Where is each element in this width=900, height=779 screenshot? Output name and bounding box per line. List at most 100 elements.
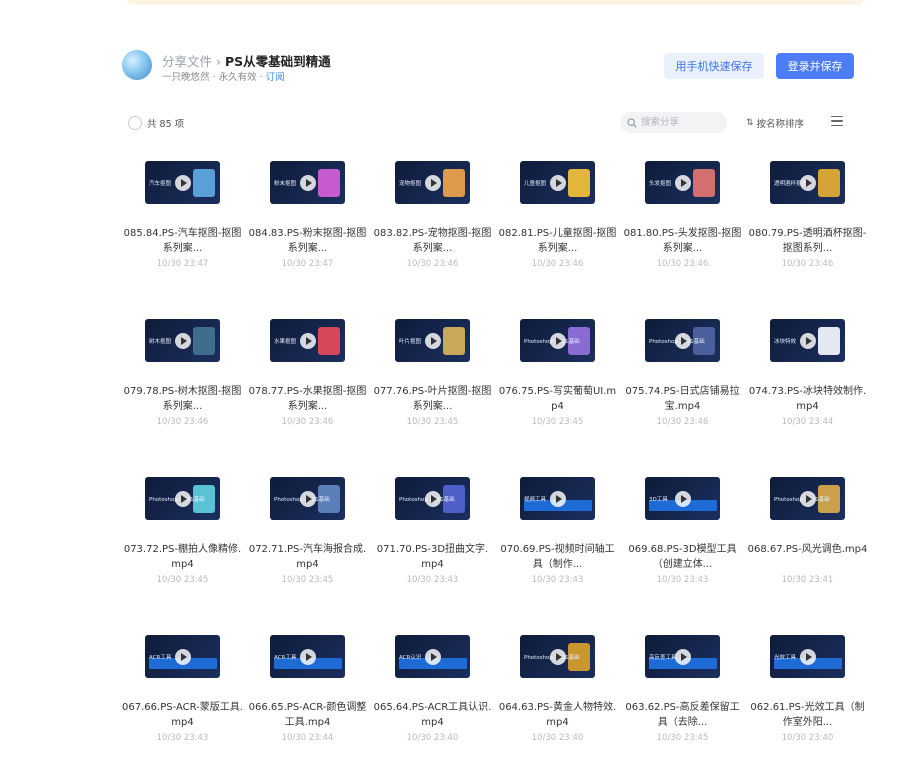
file-name[interactable]: 074.73.PS-冰块特效制作.mp4: [747, 384, 868, 414]
video-thumbnail[interactable]: Photoshop 2021基础: [395, 477, 470, 520]
play-icon[interactable]: [174, 174, 191, 191]
play-icon[interactable]: [799, 648, 816, 665]
video-thumbnail[interactable]: Photoshop 2021基础: [270, 477, 345, 520]
login-save-button[interactable]: 登录并保存: [776, 53, 854, 79]
search-input[interactable]: [641, 117, 721, 128]
file-item[interactable]: ACR工具 066.65.PS-ACR-颜色调整工具.mp4 10/30 23:44: [245, 632, 370, 752]
file-name[interactable]: 073.72.PS-棚拍人像精修.mp4: [122, 542, 243, 572]
play-icon[interactable]: [674, 490, 691, 507]
sort-button[interactable]: ⇅ 按名称排序: [746, 116, 804, 130]
video-thumbnail[interactable]: 水果抠图: [270, 319, 345, 362]
file-item[interactable]: 树木抠图 079.78.PS-树木抠图-抠图系列案... 10/30 23:46: [120, 316, 245, 436]
file-name[interactable]: 078.77.PS-水果抠图-抠图系列案...: [247, 384, 368, 414]
video-thumbnail[interactable]: 儿童抠图: [520, 161, 595, 204]
play-icon[interactable]: [424, 332, 441, 349]
play-icon[interactable]: [799, 332, 816, 349]
file-name[interactable]: 066.65.PS-ACR-颜色调整工具.mp4: [247, 700, 368, 730]
video-thumbnail[interactable]: Photoshop 2021基础: [145, 477, 220, 520]
video-thumbnail[interactable]: 高反差工具: [645, 635, 720, 678]
file-name[interactable]: 071.70.PS-3D扭曲文字.mp4: [372, 542, 493, 572]
video-thumbnail[interactable]: ACR工具: [270, 635, 345, 678]
file-item[interactable]: 汽车抠图 085.84.PS-汽车抠图-抠图系列案... 10/30 23:47: [120, 158, 245, 278]
file-name[interactable]: 070.69.PS-视频时间轴工具（制作...: [497, 542, 618, 572]
play-icon[interactable]: [174, 332, 191, 349]
play-icon[interactable]: [424, 174, 441, 191]
play-icon[interactable]: [299, 648, 316, 665]
list-view-icon[interactable]: [831, 116, 843, 126]
play-icon[interactable]: [549, 490, 566, 507]
subscribe-link[interactable]: 订阅: [266, 72, 285, 83]
file-name[interactable]: 084.83.PS-粉末抠图-抠图系列案...: [247, 226, 368, 256]
file-name[interactable]: 077.76.PS-叶片抠图-抠图系列案...: [372, 384, 493, 414]
file-name[interactable]: 080.79.PS-透明酒杯抠图-抠图系列...: [747, 226, 868, 256]
file-item[interactable]: 透明酒杯抠图 080.79.PS-透明酒杯抠图-抠图系列... 10/30 23:4…: [745, 158, 870, 278]
file-name[interactable]: 068.67.PS-风光调色.mp4: [747, 542, 868, 557]
video-thumbnail[interactable]: Photoshop 2021基础: [645, 319, 720, 362]
file-item[interactable]: 头发抠图 081.80.PS-头发抠图-抠图系列案... 10/30 23:46: [620, 158, 745, 278]
file-item[interactable]: 高反差工具 063.62.PS-高反差保留工具（去除... 10/30 23:45: [620, 632, 745, 752]
play-icon[interactable]: [674, 332, 691, 349]
video-thumbnail[interactable]: 叶片抠图: [395, 319, 470, 362]
file-name[interactable]: 067.66.PS-ACR-蒙版工具.mp4: [122, 700, 243, 730]
video-thumbnail[interactable]: 透明酒杯抠图: [770, 161, 845, 204]
video-thumbnail[interactable]: 冰块特效: [770, 319, 845, 362]
play-icon[interactable]: [299, 332, 316, 349]
file-item[interactable]: 叶片抠图 077.76.PS-叶片抠图-抠图系列案... 10/30 23:45: [370, 316, 495, 436]
play-icon[interactable]: [549, 648, 566, 665]
select-all-checkbox[interactable]: [128, 116, 142, 130]
file-item[interactable]: 视频工具 070.69.PS-视频时间轴工具（制作... 10/30 23:43: [495, 474, 620, 594]
play-icon[interactable]: [424, 490, 441, 507]
file-item[interactable]: 宠物抠图 083.82.PS-宠物抠图-抠图系列案... 10/30 23:46: [370, 158, 495, 278]
file-name[interactable]: 069.68.PS-3D模型工具（创建立体...: [622, 542, 743, 572]
file-item[interactable]: Photoshop 2021基础 075.74.PS-日式店铺易拉宝.mp4 10/…: [620, 316, 745, 436]
video-thumbnail[interactable]: 宠物抠图: [395, 161, 470, 204]
video-thumbnail[interactable]: 光效工具: [770, 635, 845, 678]
play-icon[interactable]: [799, 490, 816, 507]
file-name[interactable]: 082.81.PS-儿童抠图-抠图系列案...: [497, 226, 618, 256]
play-icon[interactable]: [549, 174, 566, 191]
video-thumbnail[interactable]: Photoshop 2021基础: [770, 477, 845, 520]
play-icon[interactable]: [799, 174, 816, 191]
file-name[interactable]: 072.71.PS-汽车海报合成.mp4: [247, 542, 368, 572]
file-name[interactable]: 062.61.PS-光效工具（制作室外阳...: [747, 700, 868, 730]
video-thumbnail[interactable]: Photoshop 2021基础: [520, 635, 595, 678]
file-item[interactable]: Photoshop 2021基础 071.70.PS-3D扭曲文字.mp4 10/3…: [370, 474, 495, 594]
file-item[interactable]: 粉末抠图 084.83.PS-粉末抠图-抠图系列案... 10/30 23:47: [245, 158, 370, 278]
file-name[interactable]: 076.75.PS-写实葡萄UI.mp4: [497, 384, 618, 414]
video-thumbnail[interactable]: ACR认识: [395, 635, 470, 678]
file-name[interactable]: 083.82.PS-宠物抠图-抠图系列案...: [372, 226, 493, 256]
file-name[interactable]: 063.62.PS-高反差保留工具（去除...: [622, 700, 743, 730]
file-item[interactable]: Photoshop 2021基础 068.67.PS-风光调色.mp4 10/30 …: [745, 474, 870, 594]
video-thumbnail[interactable]: 汽车抠图: [145, 161, 220, 204]
file-item[interactable]: Photoshop 2021基础 076.75.PS-写实葡萄UI.mp4 10/3…: [495, 316, 620, 436]
video-thumbnail[interactable]: 视频工具: [520, 477, 595, 520]
play-icon[interactable]: [174, 490, 191, 507]
play-icon[interactable]: [674, 648, 691, 665]
file-name[interactable]: 079.78.PS-树木抠图-抠图系列案...: [122, 384, 243, 414]
file-name[interactable]: 075.74.PS-日式店铺易拉宝.mp4: [622, 384, 743, 414]
file-name[interactable]: 064.63.PS-黄金人物特效.mp4: [497, 700, 618, 730]
file-item[interactable]: Photoshop 2021基础 064.63.PS-黄金人物特效.mp4 10/3…: [495, 632, 620, 752]
play-icon[interactable]: [174, 648, 191, 665]
mobile-save-button[interactable]: 用手机快速保存: [664, 53, 764, 79]
avatar[interactable]: [122, 50, 152, 80]
search-box[interactable]: [620, 112, 727, 133]
play-icon[interactable]: [299, 490, 316, 507]
play-icon[interactable]: [299, 174, 316, 191]
video-thumbnail[interactable]: 粉末抠图: [270, 161, 345, 204]
file-item[interactable]: 冰块特效 074.73.PS-冰块特效制作.mp4 10/30 23:44: [745, 316, 870, 436]
file-item[interactable]: 3D工具 069.68.PS-3D模型工具（创建立体... 10/30 23:43: [620, 474, 745, 594]
file-item[interactable]: Photoshop 2021基础 072.71.PS-汽车海报合成.mp4 10/3…: [245, 474, 370, 594]
file-item[interactable]: Photoshop 2021基础 073.72.PS-棚拍人像精修.mp4 10/3…: [120, 474, 245, 594]
file-name[interactable]: 085.84.PS-汽车抠图-抠图系列案...: [122, 226, 243, 256]
file-name[interactable]: 065.64.PS-ACR工具认识.mp4: [372, 700, 493, 730]
video-thumbnail[interactable]: 3D工具: [645, 477, 720, 520]
video-thumbnail[interactable]: Photoshop 2021基础: [520, 319, 595, 362]
file-item[interactable]: ACR工具 067.66.PS-ACR-蒙版工具.mp4 10/30 23:43: [120, 632, 245, 752]
video-thumbnail[interactable]: ACR工具: [145, 635, 220, 678]
play-icon[interactable]: [674, 174, 691, 191]
file-name[interactable]: 081.80.PS-头发抠图-抠图系列案...: [622, 226, 743, 256]
file-item[interactable]: 儿童抠图 082.81.PS-儿童抠图-抠图系列案... 10/30 23:46: [495, 158, 620, 278]
play-icon[interactable]: [549, 332, 566, 349]
file-item[interactable]: 光效工具 062.61.PS-光效工具（制作室外阳... 10/30 23:40: [745, 632, 870, 752]
